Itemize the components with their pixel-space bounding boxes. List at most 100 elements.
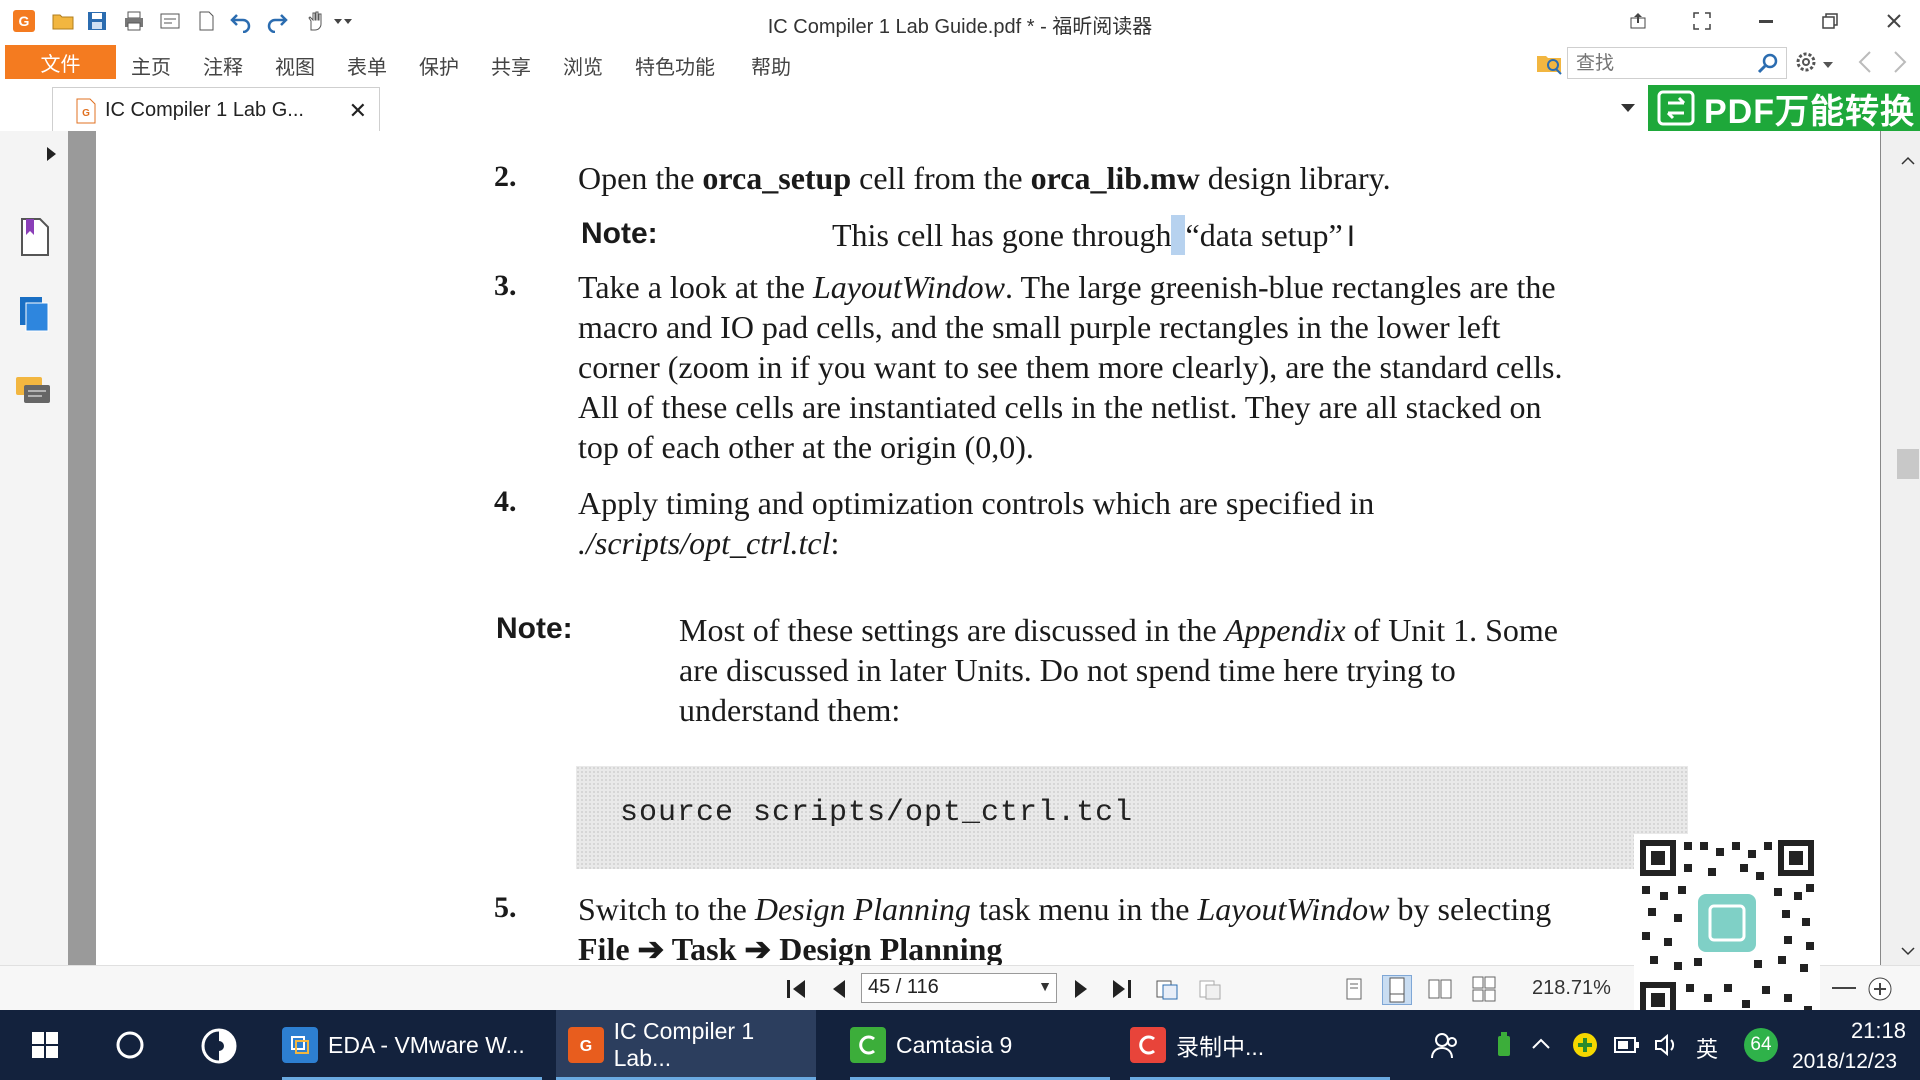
taskbar-item-foxit[interactable]: G IC Compiler 1 Lab... xyxy=(556,1010,816,1080)
scroll-down-icon[interactable] xyxy=(1901,943,1915,956)
taskbar-item-vmware[interactable]: EDA - VMware W... xyxy=(282,1010,542,1080)
scroll-thumb[interactable] xyxy=(1897,449,1919,479)
text-run: Switch to the xyxy=(578,891,755,927)
step-text-line: Apply timing and optimization controls w… xyxy=(578,483,1374,523)
svg-text:G: G xyxy=(580,1038,592,1055)
menu-comment[interactable]: 注释 xyxy=(203,51,243,80)
volume-icon[interactable] xyxy=(1653,1032,1681,1058)
clock-date[interactable]: 2018/12/23 xyxy=(1792,1050,1897,1074)
restore-icon[interactable] xyxy=(1810,6,1850,36)
settings-dropdown-icon[interactable] xyxy=(1822,57,1834,68)
security-tray-icon[interactable] xyxy=(1570,1030,1600,1060)
text-run: Apply timing and optimization controls w… xyxy=(578,485,1375,521)
next-page-icon[interactable] xyxy=(1066,975,1094,1003)
pdf-file-icon: G xyxy=(75,98,97,124)
facing-view-icon[interactable] xyxy=(1426,975,1454,1003)
text-run-italic: LayoutWindow xyxy=(1197,891,1390,927)
fullscreen-icon[interactable] xyxy=(1682,6,1722,36)
tab-document[interactable]: G IC Compiler 1 Lab G... ✕ xyxy=(52,87,380,132)
input-language-indicator[interactable]: 英 xyxy=(1696,1032,1718,1064)
taskbar-item-label: EDA - VMware W... xyxy=(328,1031,525,1058)
zoom-slider-track[interactable] xyxy=(1832,987,1856,989)
zoom-in-icon[interactable] xyxy=(1866,975,1894,1003)
continuous-view-icon[interactable] xyxy=(1382,975,1412,1005)
back-arrow-icon[interactable] xyxy=(1855,49,1875,75)
menu-form[interactable]: 表单 xyxy=(347,51,387,80)
search-input[interactable] xyxy=(1574,51,1748,77)
tray-app-icon[interactable] xyxy=(1494,1030,1514,1060)
text-run: by selecting xyxy=(1389,891,1552,927)
text-run: Take a look at the xyxy=(578,269,813,305)
zoom-level[interactable]: 218.71% xyxy=(1532,977,1611,1000)
recorder-icon xyxy=(1130,1027,1166,1063)
text-run: macro and IO pad cells, and the small pu… xyxy=(578,309,1501,345)
taskbar-item-camtasia[interactable]: Camtasia 9 xyxy=(850,1010,1110,1080)
cortana-search-icon[interactable] xyxy=(115,1030,145,1060)
menu-bar: 文件 主页 注释 视图 表单 保护 共享 浏览 特色功能 帮助 xyxy=(0,43,1920,81)
step-number: 5. xyxy=(494,891,517,924)
pinned-app-icon[interactable] xyxy=(200,1027,238,1065)
tab-close-icon[interactable]: ✕ xyxy=(349,98,367,124)
banner-text: PDF万能转换 xyxy=(1704,92,1915,131)
vertical-scrollbar[interactable] xyxy=(1880,131,1920,965)
menu-view[interactable]: 视图 xyxy=(275,51,315,80)
comments-icon[interactable] xyxy=(14,371,54,415)
menu-help[interactable]: 帮助 xyxy=(751,51,791,80)
minimize-icon[interactable] xyxy=(1746,6,1786,36)
text-run-italic: Design Planning xyxy=(754,891,971,927)
tab-list-dropdown-icon[interactable] xyxy=(1620,101,1636,113)
settings-gear-icon[interactable] xyxy=(1793,49,1819,75)
text-run: of Unit 1. Some xyxy=(1345,612,1558,648)
tray-badge[interactable]: 64 xyxy=(1744,1028,1778,1062)
step-text-line: macro and IO pad cells, and the small pu… xyxy=(578,307,1500,347)
svg-text:G: G xyxy=(82,108,90,119)
page-number-value[interactable]: 45 / 116 xyxy=(868,976,939,999)
previous-page-icon[interactable] xyxy=(826,975,854,1003)
continuous-facing-view-icon[interactable] xyxy=(1470,975,1498,1003)
close-window-icon[interactable] xyxy=(1874,6,1914,36)
forward-arrow-icon[interactable] xyxy=(1890,49,1910,75)
page-navigation-bar: 45 / 116 ▼ 218.71% xyxy=(0,965,1920,1011)
show-hidden-icons-icon[interactable] xyxy=(1530,1034,1552,1054)
first-page-icon[interactable] xyxy=(782,975,810,1003)
menu-protect[interactable]: 保护 xyxy=(419,51,459,80)
text-cursor-icon: I xyxy=(1346,220,1356,253)
search-folder-icon[interactable] xyxy=(1535,48,1563,76)
foxit-reader-icon: G xyxy=(568,1027,604,1063)
taskbar-item-recorder[interactable]: 录制中... xyxy=(1130,1010,1390,1080)
note-text-line: are discussed in later Units. Do not spe… xyxy=(679,650,1456,690)
menu-features[interactable]: 特色功能 xyxy=(635,51,715,80)
menu-file[interactable]: 文件 xyxy=(5,45,116,79)
expand-panel-icon[interactable] xyxy=(44,145,58,163)
code-block: source scripts/opt_ctrl.tcl xyxy=(576,766,1688,869)
taskbar-item-label: 录制中... xyxy=(1176,1034,1265,1060)
code-line: source scripts/opt_ctrl.tcl xyxy=(620,796,1134,830)
page-dropdown-icon[interactable]: ▼ xyxy=(1038,978,1052,994)
battery-icon[interactable] xyxy=(1613,1032,1641,1058)
scroll-up-icon[interactable] xyxy=(1901,153,1915,165)
last-page-icon[interactable] xyxy=(1108,975,1136,1003)
people-icon[interactable] xyxy=(1430,1030,1460,1060)
text-run-italic: Appendix xyxy=(1224,612,1346,648)
search-box[interactable] xyxy=(1567,47,1787,79)
page-number-field[interactable]: 45 / 116 ▼ xyxy=(861,973,1057,1003)
text-run: All of these cells are instantiated cell… xyxy=(578,389,1542,425)
single-page-view-icon[interactable] xyxy=(1340,975,1368,1003)
bookmarks-icon[interactable] xyxy=(14,215,54,259)
search-icon[interactable] xyxy=(1756,51,1780,75)
next-view-icon[interactable] xyxy=(1196,975,1224,1003)
pdf-converter-banner[interactable]: PDF万能转换 xyxy=(1648,85,1920,131)
previous-view-icon[interactable] xyxy=(1153,975,1181,1003)
step-number: 3. xyxy=(494,269,517,302)
pages-thumbnails-icon[interactable] xyxy=(14,293,54,337)
windows-start-icon[interactable] xyxy=(30,1030,60,1060)
menu-browse[interactable]: 浏览 xyxy=(563,51,603,80)
text-run: : xyxy=(830,525,840,561)
menu-home[interactable]: 主页 xyxy=(131,51,171,80)
clock-time[interactable]: 21:18 xyxy=(1826,1018,1906,1044)
step-text-line: corner (zoom in if you want to see them … xyxy=(578,347,1563,387)
document-view[interactable]: 2. Open the orca_setup cell from the orc… xyxy=(96,131,1880,965)
share-icon[interactable] xyxy=(1618,6,1658,36)
left-gutter xyxy=(68,131,96,965)
menu-share[interactable]: 共享 xyxy=(491,51,531,80)
